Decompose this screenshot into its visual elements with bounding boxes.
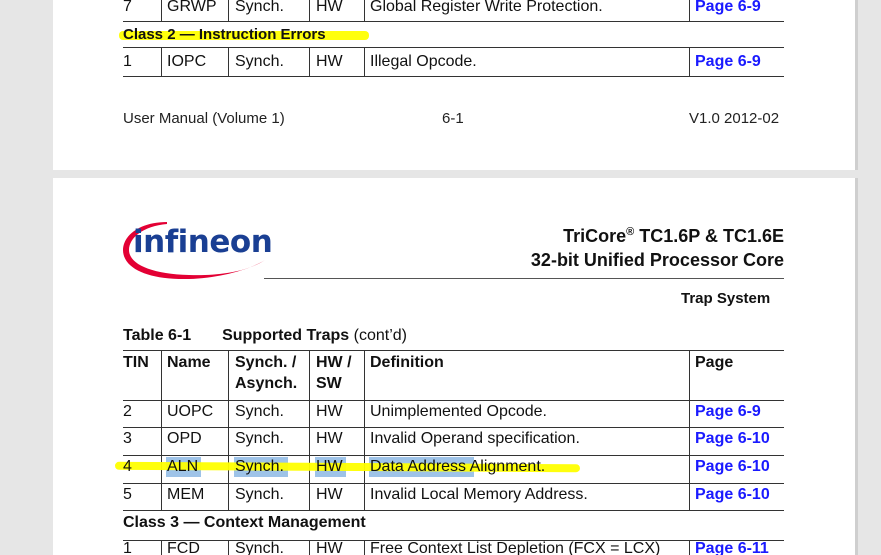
hw-cell: HW	[316, 458, 343, 475]
page-link[interactable]: Page 6-10	[695, 458, 770, 476]
page-link[interactable]: Page 6-10	[695, 486, 770, 504]
header-sync: Synch. /	[235, 354, 297, 371]
tin-cell: 1	[123, 540, 132, 555]
header-page: Page	[695, 354, 734, 371]
header-name: Name	[167, 354, 211, 371]
footer-manual-title: User Manual (Volume 1)	[123, 110, 285, 127]
hw-cell: HW	[316, 403, 343, 420]
sync-cell: Synch.	[235, 540, 284, 555]
definition-cell: Illegal Opcode.	[370, 53, 477, 70]
header-rule	[264, 278, 784, 279]
tin-cell: 4	[123, 458, 132, 475]
page-link[interactable]: Page 6-9	[695, 53, 761, 71]
hw-cell: HW	[316, 540, 343, 555]
definition-cell: Free Context List Depletion (FCX = LCX)	[370, 540, 661, 555]
infineon-logo: infineon	[119, 216, 273, 284]
definition-cell: Data Address Alignment.	[370, 458, 546, 475]
name-cell: UOPC	[167, 403, 214, 420]
page-link[interactable]: Page 6-9	[695, 0, 761, 16]
name-cell: ALN	[167, 458, 199, 475]
document-page-1: 7 GRWP Synch. HW Global Register Write P…	[53, 0, 855, 170]
page-link[interactable]: Page 6-11	[695, 540, 769, 555]
table-rule	[123, 47, 784, 48]
name-cell: MEM	[167, 486, 205, 503]
tin-cell: 7	[123, 0, 132, 15]
table-caption: Table 6-1 Supported Traps (cont’d)	[123, 327, 407, 344]
header-async: Asynch.	[235, 375, 298, 392]
sync-cell: Synch.	[235, 458, 284, 475]
hw-cell: HW	[316, 486, 343, 503]
header-tin: TIN	[123, 354, 149, 371]
sync-cell: Synch.	[235, 0, 284, 15]
document-subtitle: 32-bit Unified Processor Core	[530, 250, 784, 270]
footer-version: V1.0 2012-02	[689, 110, 780, 127]
table-rule	[123, 76, 784, 77]
header-sw: SW	[316, 375, 342, 392]
page-link[interactable]: Page 6-9	[695, 403, 761, 421]
definition-cell: Invalid Local Memory Address.	[370, 486, 588, 503]
tin-cell: 3	[123, 430, 132, 447]
section-title: Trap System	[681, 290, 771, 307]
document-title: TriCore® TC1.6P & TC1.6E	[563, 226, 784, 246]
logo-wordmark: infineon	[133, 224, 273, 260]
header-definition: Definition	[370, 354, 444, 371]
page-link[interactable]: Page 6-10	[695, 430, 770, 448]
tin-cell: 1	[123, 53, 132, 70]
tin-cell: 5	[123, 486, 132, 503]
document-page-2: infineon TriCore® TC1.6P & TC1.6E 32-bit…	[53, 178, 855, 555]
footer-page-number: 6-1	[442, 110, 464, 127]
name-cell: IOPC	[167, 53, 207, 70]
tin-cell: 2	[123, 403, 132, 420]
hw-cell: HW	[316, 53, 343, 70]
table-rule	[123, 21, 784, 22]
definition-cell: Invalid Operand specification.	[370, 430, 580, 447]
class-header: Class 3 — Context Management	[123, 514, 366, 531]
header-hw: HW /	[316, 354, 352, 371]
sync-cell: Synch.	[235, 53, 284, 70]
sync-cell: Synch.	[235, 403, 284, 420]
name-cell: GRWP	[167, 0, 217, 15]
hw-cell: HW	[316, 0, 343, 15]
definition-cell: Global Register Write Protection.	[370, 0, 603, 15]
class-header: Class 2 — Instruction Errors	[123, 26, 326, 43]
sync-cell: Synch.	[235, 486, 284, 503]
sync-cell: Synch.	[235, 430, 284, 447]
definition-cell: Unimplemented Opcode.	[370, 403, 547, 420]
name-cell: OPD	[167, 430, 202, 447]
name-cell: FCD	[167, 540, 200, 555]
hw-cell: HW	[316, 430, 343, 447]
